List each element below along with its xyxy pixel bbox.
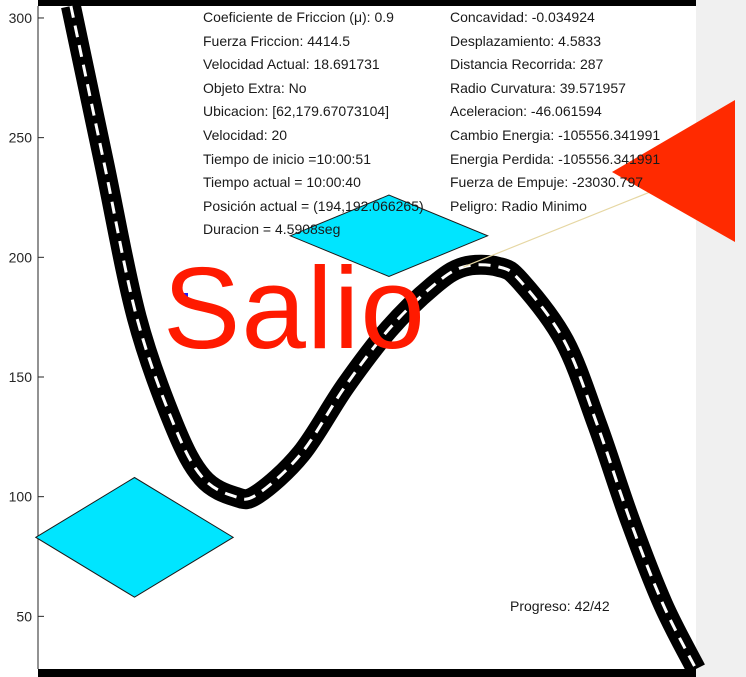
figure: 50 100 150 200 250 300 Coeficiente de Friccio… xyxy=(0,0,746,677)
status-line: Radio Curvatura: 39.571957 xyxy=(450,79,626,96)
status-line: Cambio Energia: -105556.341991 xyxy=(450,127,661,143)
status-line: Fuerza Friccion: 4414.5 xyxy=(203,32,351,49)
status-line: Concavidad: -0.034924 xyxy=(450,9,595,25)
status-line: Duracion = 4.5908seg xyxy=(203,221,341,238)
status-line: Ubicacion: [62,179.67073104] xyxy=(203,103,390,120)
status-line: Velocidad Actual: 18.691731 xyxy=(203,56,380,73)
y-tick-label: 250 xyxy=(9,130,33,146)
y-tick-label: 300 xyxy=(9,10,33,26)
status-line: Tiempo actual = 10:00:40 xyxy=(203,174,361,191)
status-line: Posición actual = (194,192.066265) xyxy=(203,197,424,214)
status-line: Coeficiente de Friccion (μ): 0.9 xyxy=(203,9,394,25)
status-line: Desplazamiento: 4.5833 xyxy=(450,32,601,49)
status-line: Velocidad: 20 xyxy=(203,127,288,143)
status-line: Distancia Recorrida: 287 xyxy=(450,56,604,73)
status-line: Peligro: Radio Minimo xyxy=(450,197,587,214)
y-tick-label: 50 xyxy=(16,608,32,624)
salio-overlay-text: Salio xyxy=(163,243,426,373)
y-tick-label: 100 xyxy=(9,489,33,505)
y-tick-label: 200 xyxy=(9,249,33,265)
status-line: Energia Perdida: -105556.341991 xyxy=(450,150,661,167)
progress-label: Progreso: 42/42 xyxy=(510,598,610,614)
status-line: Aceleracion: -46.061594 xyxy=(450,103,602,120)
status-line: Fuerza de Empuje: -23030.797 xyxy=(450,174,644,191)
y-tick-label: 150 xyxy=(9,369,33,385)
status-line: Objeto Extra: No xyxy=(203,79,307,96)
status-line: Tiempo de inicio =10:00:51 xyxy=(203,150,371,167)
